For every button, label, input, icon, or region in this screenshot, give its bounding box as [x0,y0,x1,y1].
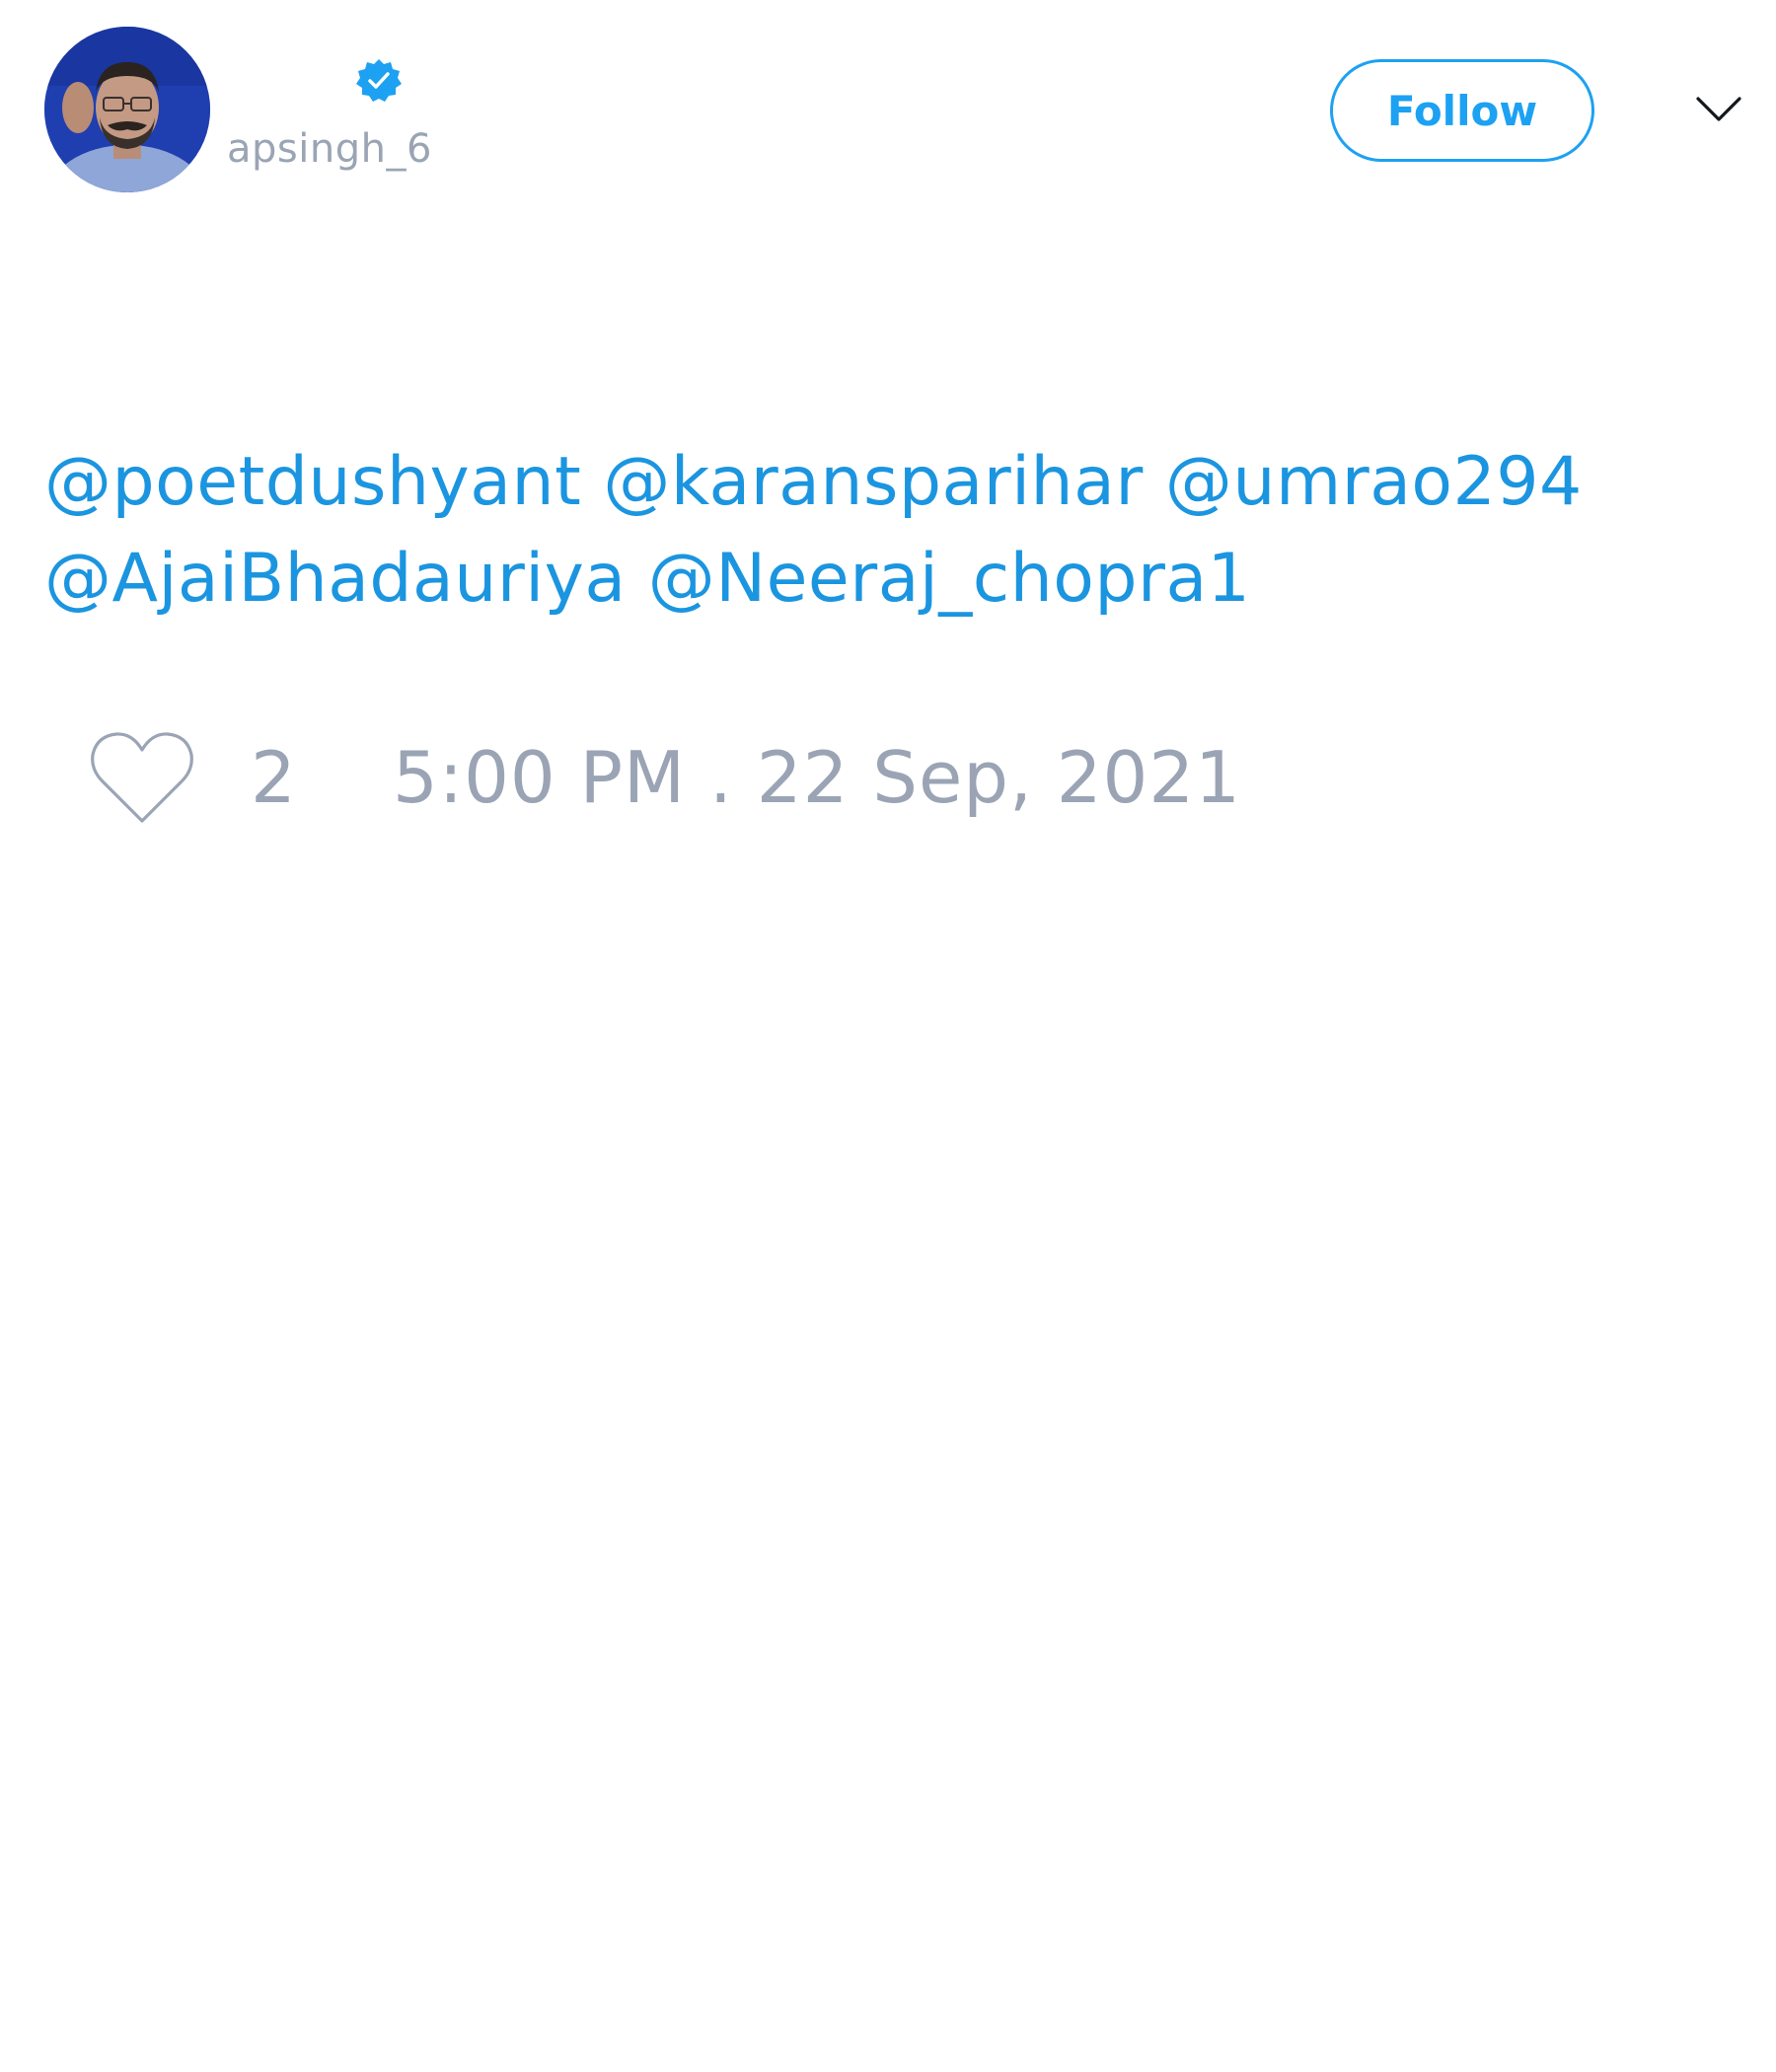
follow-button[interactable]: Follow [1330,59,1594,162]
mention-link[interactable]: @AjaiBhadauriya [44,540,627,618]
like-count: 2 [251,736,296,819]
avatar-photo [44,27,210,192]
verified-badge-icon [356,59,402,102]
heart-outline-icon[interactable] [89,730,195,829]
tweet-text: @poetdushyant @karansparihar @umrao294 @… [44,434,1741,628]
mention-link[interactable]: @Neeraj_chopra1 [648,540,1251,618]
mention-link[interactable]: @umrao294 [1165,443,1583,521]
chevron-down-icon[interactable] [1695,93,1742,126]
avatar[interactable] [44,27,210,192]
user-handle[interactable]: apsingh_6 [227,126,432,172]
tweet-card: apsingh_6 Follow @poetdushyant @karanspa… [0,0,1776,2072]
mention-link[interactable]: @karansparihar [603,443,1143,521]
tweet-timestamp[interactable]: 5:00 PM . 22 Sep, 2021 [393,736,1241,819]
mention-link[interactable]: @poetdushyant [44,443,581,521]
